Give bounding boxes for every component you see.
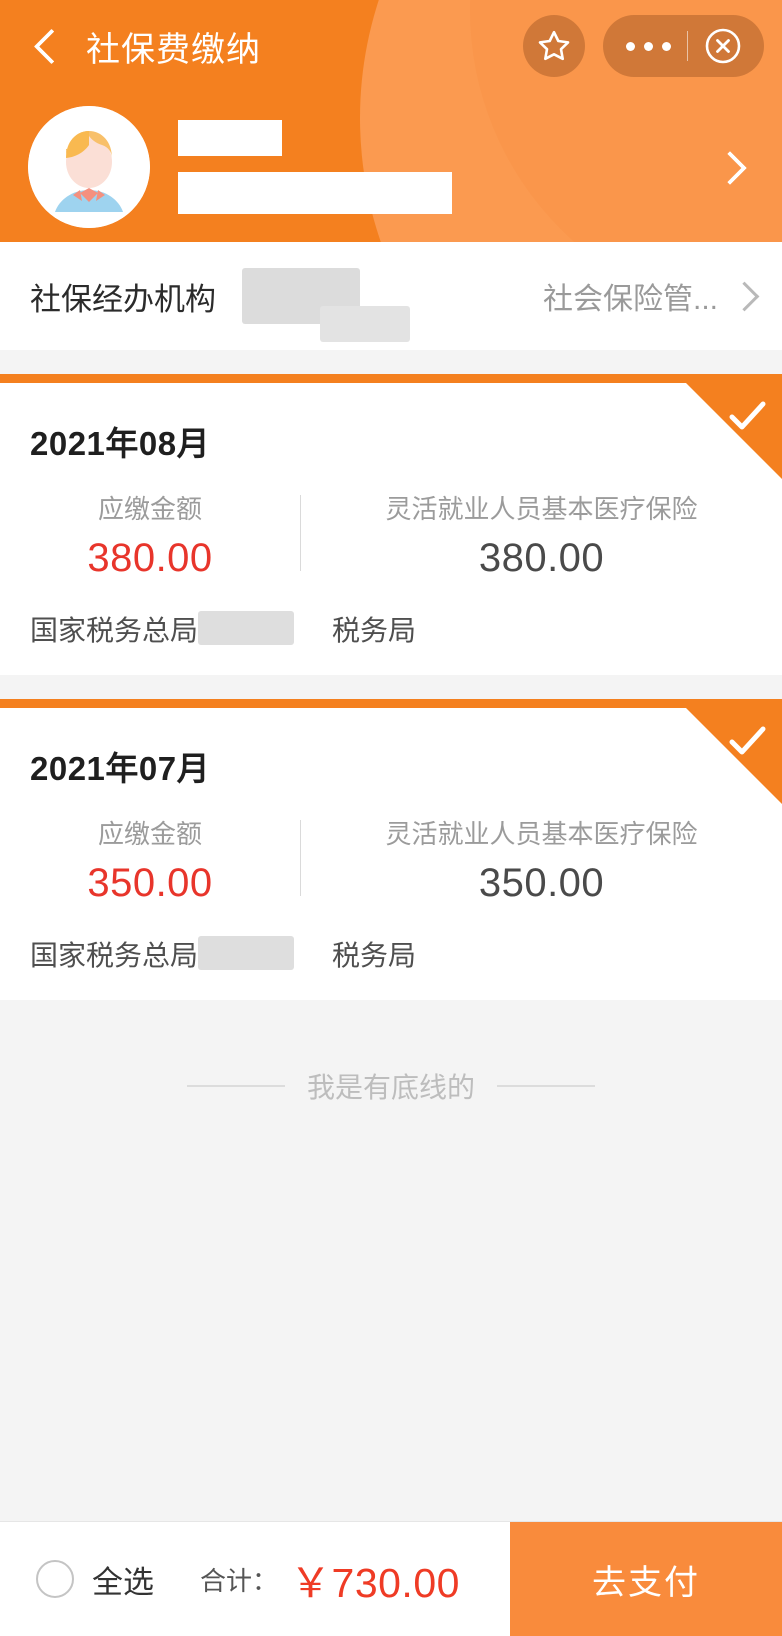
- bottom-bar-left: 全选 合计： ￥730.00: [0, 1522, 510, 1636]
- section-gap: [0, 350, 782, 374]
- payment-card[interactable]: 2021年07月 应缴金额 350.00 灵活就业人员基本医疗保险 350.00…: [0, 699, 782, 1000]
- insurance-item-label: 灵活就业人员基本医疗保险: [385, 819, 698, 849]
- tax-bureau: 税务局: [332, 615, 417, 646]
- close-button[interactable]: [688, 15, 758, 77]
- amount-value: 380.00: [87, 536, 213, 580]
- authority-redacted-blob: [198, 936, 295, 970]
- bottom-payment-bar: 全选 合计： ￥730.00 去支付: [0, 1521, 782, 1636]
- authority-redacted-blob: [198, 611, 295, 645]
- pay-button[interactable]: 去支付: [510, 1522, 782, 1636]
- nav-actions: [523, 15, 764, 77]
- amount-label: 应缴金额: [97, 819, 202, 849]
- insurance-item-label: 灵活就业人员基本医疗保险: [385, 494, 698, 524]
- insurance-item-column: 灵活就业人员基本医疗保险 380.00: [301, 489, 782, 581]
- avatar: [28, 106, 150, 228]
- chevron-right-icon[interactable]: [732, 283, 758, 309]
- page-title: 社保费缴纳: [86, 30, 261, 69]
- agency-redacted-blob-2: [320, 306, 410, 342]
- tax-authority: 国家税务总局: [30, 609, 295, 649]
- close-circle-icon: [705, 28, 741, 64]
- insurance-item-value: 350.00: [478, 861, 605, 905]
- window-controls-pill: [603, 15, 764, 77]
- tax-bureau: 税务局: [332, 940, 417, 971]
- insurance-item-column: 灵活就业人员基本医疗保险 350.00: [301, 814, 782, 906]
- user-name-redacted: [178, 120, 282, 156]
- card-month: 2021年07月: [30, 750, 211, 787]
- card-footer: 国家税务总局 税务局: [0, 609, 782, 649]
- amount-label: 应缴金额: [97, 494, 202, 524]
- back-chevron-icon[interactable]: [24, 23, 70, 69]
- agency-row[interactable]: 社保经办机构 社会保险管...: [0, 242, 782, 350]
- more-dots-icon[interactable]: [609, 15, 687, 77]
- star-icon: [538, 30, 570, 61]
- card-month: 2021年08月: [30, 425, 211, 462]
- section-gap: [0, 675, 782, 699]
- insurance-item-value: 380.00: [478, 536, 605, 580]
- card-footer: 国家税务总局 税务局: [0, 934, 782, 974]
- card-body: 应缴金额 380.00 灵活就业人员基本医疗保险 380.00: [0, 489, 782, 581]
- select-all-label[interactable]: 全选: [92, 1557, 154, 1602]
- amount-column: 应缴金额 380.00: [0, 489, 300, 581]
- payment-card[interactable]: 2021年08月 应缴金额 380.00 灵活就业人员基本医疗保险 380.00…: [0, 374, 782, 675]
- app-screen: 社保费缴纳 社保经办机构 社会保险管... 2021年08月 应缴金额 380.…: [0, 0, 782, 1636]
- user-id-redacted: [178, 172, 452, 214]
- agency-value: 社会保险管...: [542, 283, 718, 316]
- total-label: 合计：: [200, 1565, 279, 1596]
- amount-value: 350.00: [87, 861, 213, 905]
- chevron-right-icon[interactable]: [714, 152, 744, 182]
- total-value: ￥730.00: [290, 1560, 460, 1606]
- user-profile-row[interactable]: [0, 92, 782, 242]
- end-line-left: [186, 1085, 285, 1087]
- agency-label: 社保经办机构: [30, 281, 216, 317]
- favorite-button[interactable]: [523, 15, 585, 77]
- card-body: 应缴金额 350.00 灵活就业人员基本医疗保险 350.00: [0, 814, 782, 906]
- circle-checkbox-icon[interactable]: [36, 1560, 74, 1598]
- user-avatar-icon: [28, 106, 150, 228]
- user-text-group: [178, 120, 452, 214]
- page-header: 社保费缴纳: [0, 0, 782, 242]
- navigation-bar: 社保费缴纳: [0, 0, 782, 92]
- end-line-right: [497, 1085, 595, 1087]
- list-end-marker: 我是有底线的: [0, 1000, 782, 1106]
- tax-authority: 国家税务总局: [30, 934, 295, 974]
- amount-column: 应缴金额 350.00: [0, 814, 300, 906]
- end-text: 我是有底线的: [306, 1072, 475, 1103]
